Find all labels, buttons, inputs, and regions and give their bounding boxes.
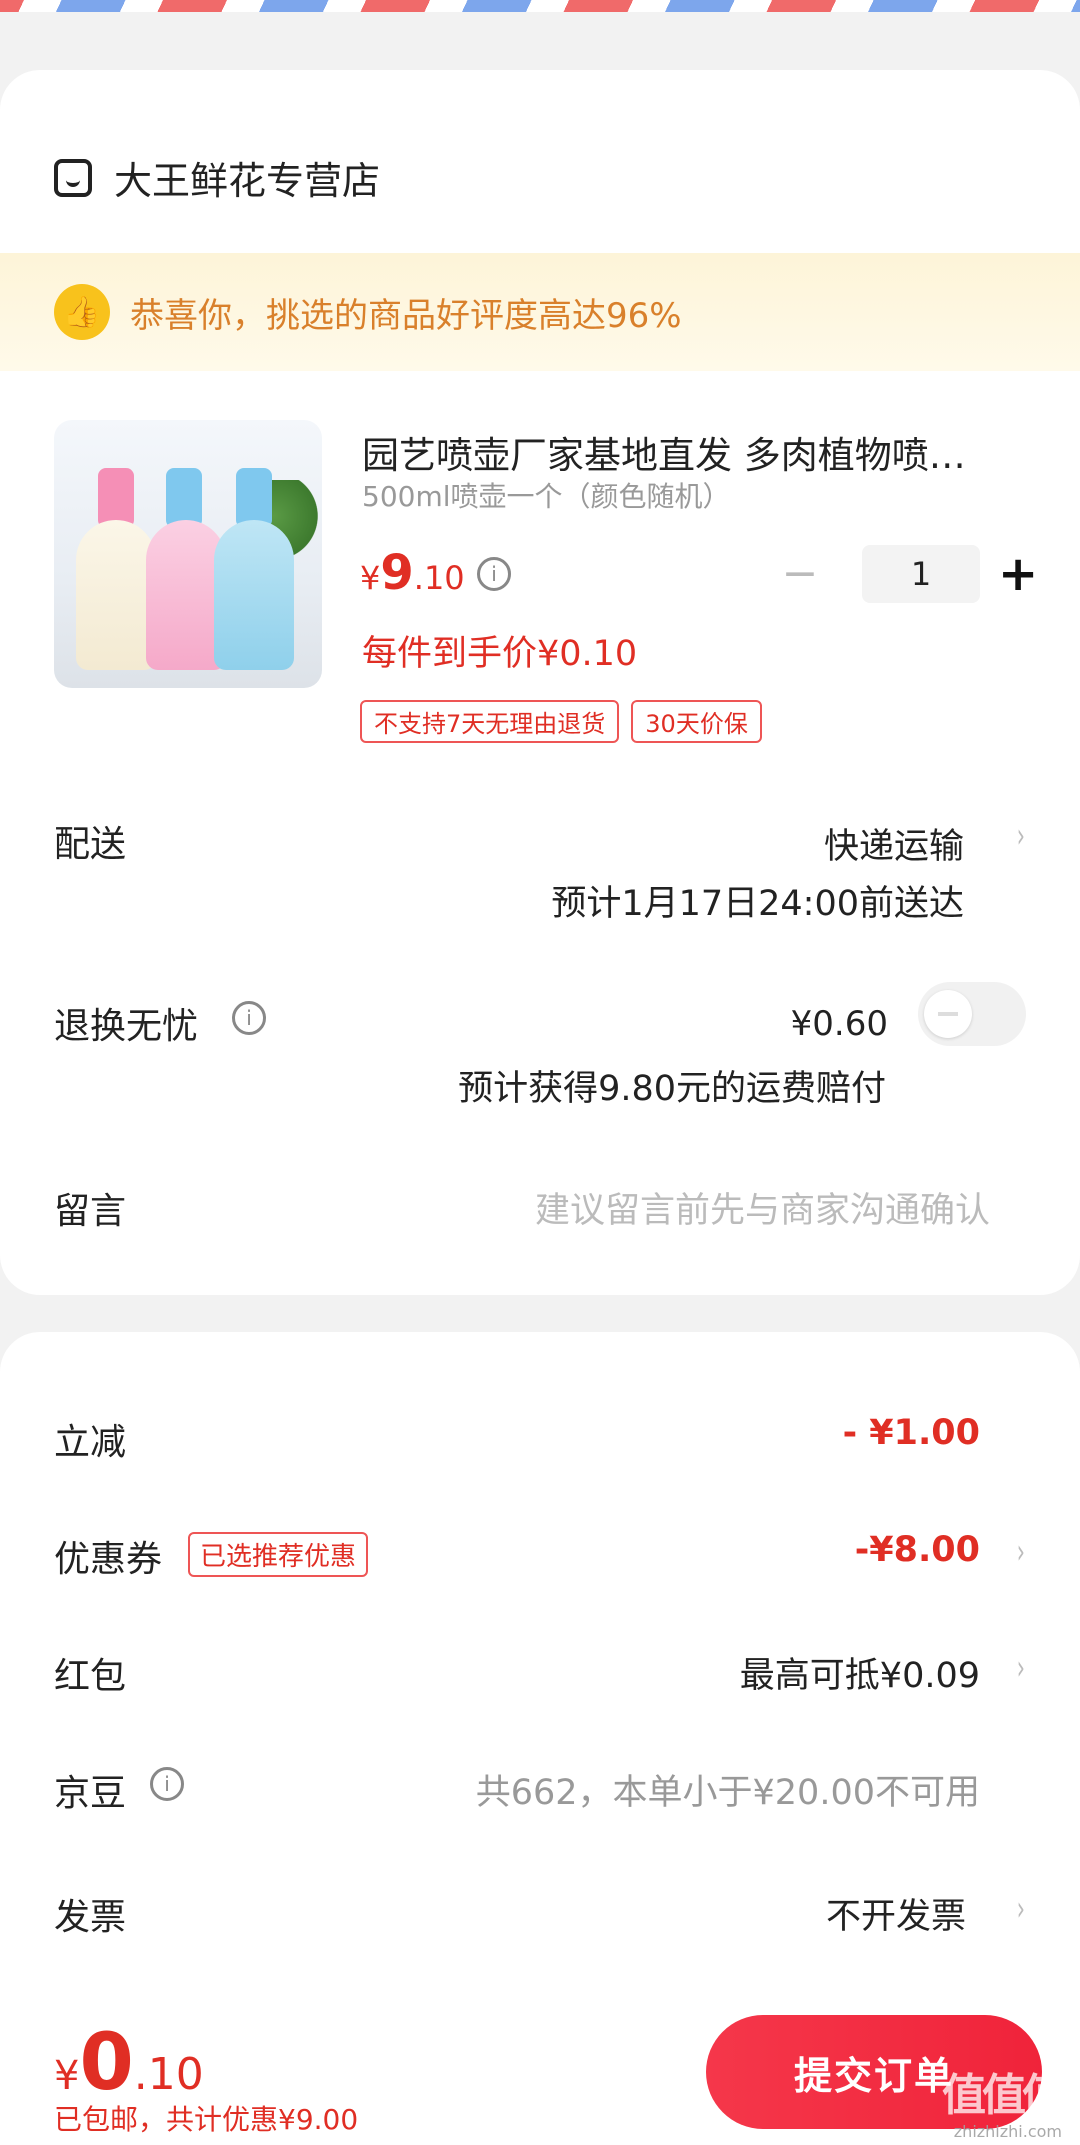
red-packet-chevron-icon[interactable]: › [1017, 1648, 1025, 1688]
product-price: ¥ 9 .10 [360, 545, 465, 601]
invoice-chevron-icon[interactable]: › [1017, 1889, 1025, 1929]
price-integer: 9 [380, 545, 414, 601]
product-image[interactable] [54, 420, 322, 688]
minus-button[interactable]: − [780, 552, 820, 596]
invoice-label: 发票 [54, 1897, 127, 1938]
thumbs-up-icon: 👍 [54, 284, 110, 340]
invoice-value[interactable]: 不开发票 [826, 1888, 966, 1939]
banner-text: 恭喜你，挑选的商品好评度高达96% [130, 295, 682, 336]
shop-icon [54, 158, 92, 197]
product-title[interactable]: 园艺喷壶厂家基地直发 多肉植物喷… [362, 425, 1002, 479]
deal-price: 每件到手价¥0.10 [362, 634, 638, 674]
coupon-chevron-icon[interactable]: › [1017, 1532, 1025, 1572]
shipping-note: 已包邮，共计优惠¥9.00 [54, 2103, 359, 2136]
total-decimal: .10 [133, 2049, 204, 2100]
return-toggle[interactable] [918, 982, 1026, 1046]
airmail-border [0, 0, 1080, 36]
total-integer: 0 [79, 2018, 134, 2108]
total-price: ¥ 0 .10 [54, 2018, 204, 2108]
return-price: ¥0.60 [790, 1004, 888, 1044]
return-info-icon[interactable]: i [232, 1001, 266, 1035]
message-label: 留言 [54, 1191, 127, 1232]
jingdou-info-icon[interactable]: i [150, 1767, 184, 1801]
instant-value: - ¥1.00 [842, 1413, 980, 1453]
plus-button[interactable]: + [998, 550, 1038, 598]
return-note: 预计获得9.80元的运费赔付 [458, 1069, 886, 1109]
instant-label: 立减 [54, 1422, 127, 1463]
return-label: 退换无忧 [54, 1006, 199, 1047]
product-tags: 不支持7天无理由退货 30天价保 [360, 700, 774, 743]
message-input[interactable]: 建议留言前先与商家沟通确认 [535, 1182, 990, 1233]
watermark-url: zhizhizhi.com [953, 2122, 1062, 2141]
shop-header[interactable]: 大王鲜花专营店 [54, 150, 380, 205]
quantity-input[interactable]: 1 [862, 545, 980, 603]
jingdou-value: 共662，本单小于¥20.00不可用 [475, 1773, 980, 1813]
quantity-stepper: − 1 + [780, 545, 1038, 603]
shop-name: 大王鲜花专营店 [114, 159, 381, 203]
product-spec: 500ml喷壶一个（颜色随机） [362, 480, 731, 513]
price-symbol: ¥ [360, 559, 381, 597]
delivery-eta: 预计1月17日24:00前送达 [551, 884, 964, 924]
delivery-chevron-icon[interactable]: › [1017, 816, 1025, 856]
coupon-badge: 已选推荐优惠 [188, 1532, 369, 1577]
coupon-value[interactable]: -¥8.00 [855, 1530, 980, 1570]
rating-banner: 👍 恭喜你，挑选的商品好评度高达96% [0, 253, 1080, 371]
red-packet-label: 红包 [54, 1656, 127, 1697]
price-info-icon[interactable]: i [477, 557, 511, 591]
jingdou-label: 京豆 [54, 1773, 127, 1814]
delivery-label: 配送 [54, 824, 127, 865]
price-decimal: .10 [413, 559, 465, 597]
submit-label: 提交订单 [793, 2053, 954, 2098]
tag-no-return: 不支持7天无理由退货 [360, 700, 620, 743]
red-packet-value[interactable]: 最高可抵¥0.09 [740, 1647, 980, 1698]
total-symbol: ¥ [54, 2053, 80, 2099]
coupon-label: 优惠券 [54, 1539, 163, 1580]
tag-price-protect: 30天价保 [631, 700, 762, 743]
watermark-logo: 值值值 [942, 2070, 1066, 2121]
delivery-method[interactable]: 快递运输 [824, 818, 964, 869]
